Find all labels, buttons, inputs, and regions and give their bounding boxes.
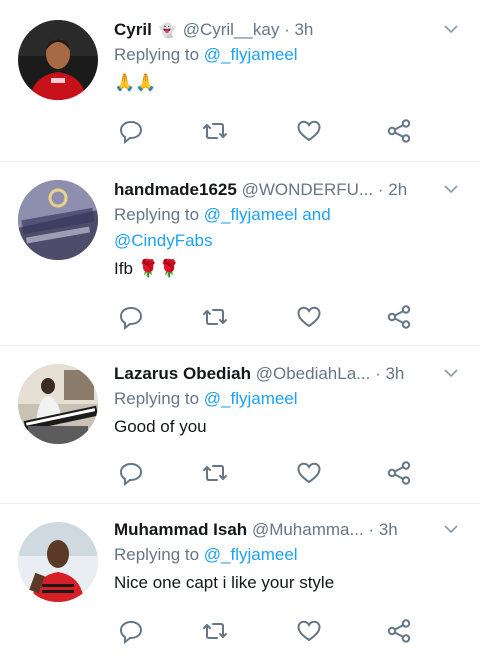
mention-link[interactable]: @_flyjameel [204,545,298,564]
retweet-icon [203,623,227,639]
tweet-1[interactable]: handmade1625 @WONDERFU... · 2h Replying … [0,162,480,346]
like-button[interactable] [296,304,322,330]
tweet-text-content: Nice one capt i like your style [114,573,335,592]
mention-link[interactable]: @CindyFabs [114,231,213,250]
tweet-text-content: Ifb [114,259,133,278]
author-name[interactable]: handmade1625 [114,180,237,199]
chevron-down-icon[interactable] [444,22,458,36]
tweet-3[interactable]: Muhammad Isah @Muhamma... · 3h Replying … [0,504,480,659]
share-button[interactable] [386,304,412,330]
tweet-header: handmade1625 @WONDERFU... · 2h [114,178,468,202]
retweet-icon [203,465,227,481]
replying-to: Replying to @_flyjameel [114,386,468,412]
tweet-text: Ifb 🌹🌹 [114,256,468,282]
retweet-button[interactable] [202,618,228,644]
separator-dot: · [284,20,290,39]
reply-button[interactable] [118,118,144,144]
author-name[interactable]: Lazarus Obediah [114,364,251,383]
avatar[interactable] [18,364,98,444]
share-icon [387,461,411,485]
replying-prefix: Replying to [114,205,204,224]
mention-link[interactable]: @_flyjameel [204,389,298,408]
timestamp[interactable]: 3h [385,364,404,383]
like-icon [297,462,321,484]
avatar[interactable] [18,180,98,260]
share-button[interactable] [386,118,412,144]
separator-dot: · [377,180,384,199]
chevron-down-icon[interactable] [444,522,458,536]
separator-dot: · [368,520,375,539]
share-icon [387,619,411,643]
retweet-icon [203,309,227,325]
tweet-replies-feed: Cyril 👻 @Cyril__kay · 3h Replying to @_f… [0,0,480,659]
replying-prefix: Replying to [114,389,204,408]
retweet-button[interactable] [202,304,228,330]
replying-to: Replying to @_flyjameel [114,42,468,68]
reply-button[interactable] [118,460,144,486]
like-icon [297,620,321,642]
mention-link[interactable]: @_flyjameel [204,45,298,64]
retweet-icon [203,123,227,139]
author-handle[interactable]: @Muhamma... [252,520,364,539]
reply-icon [119,120,143,144]
reply-button[interactable] [118,304,144,330]
share-icon [387,119,411,143]
replying-to: Replying to @_flyjameel [114,542,468,568]
timestamp[interactable]: 3h [294,20,313,39]
tweet-header: Lazarus Obediah @ObediahLa... · 3h [114,362,468,386]
like-button[interactable] [296,118,322,144]
replying-to: Replying to @_flyjameel and [114,202,468,228]
tweet-text-content: Good of you [114,417,207,436]
tweet-text-emoji: 🙏🙏 [114,73,157,92]
timestamp[interactable]: 2h [388,180,407,199]
share-icon [387,305,411,329]
retweet-button[interactable] [202,460,228,486]
separator-dot: · [375,364,381,383]
tweet-2[interactable]: Lazarus Obediah @ObediahLa... · 3h Reply… [0,346,480,504]
replying-to-line-2: @CindyFabs [114,228,468,254]
tweet-text: Good of you [114,414,468,440]
tweet-text: 🙏🙏 [114,70,468,96]
replying-prefix: Replying to [114,45,204,64]
avatar[interactable] [18,522,98,602]
mention-link[interactable]: @_flyjameel and [204,205,331,224]
like-button[interactable] [296,460,322,486]
tweet-text: Nice one capt i like your style [114,570,468,596]
share-button[interactable] [386,460,412,486]
author-name[interactable]: Muhammad Isah [114,520,247,539]
like-icon [297,120,321,142]
tweet-text-emoji: 🌹🌹 [137,259,180,278]
reply-icon [119,462,143,486]
replying-prefix: Replying to [114,545,204,564]
avatar[interactable] [18,20,98,100]
like-icon [297,306,321,328]
tweet-header: Muhammad Isah @Muhamma... · 3h [114,518,468,542]
author-handle[interactable]: @ObediahLa... [256,364,371,383]
chevron-down-icon[interactable] [444,366,458,380]
like-button[interactable] [296,618,322,644]
author-handle[interactable]: @Cyril__kay [183,20,280,39]
author-name[interactable]: Cyril [114,20,152,39]
reply-icon [119,306,143,330]
share-button[interactable] [386,618,412,644]
tweet-0[interactable]: Cyril 👻 @Cyril__kay · 3h Replying to @_f… [0,0,480,162]
name-emoji: 👻 [158,22,176,38]
timestamp[interactable]: 3h [379,520,398,539]
reply-icon [119,620,143,644]
tweet-header: Cyril 👻 @Cyril__kay · 3h [114,18,468,42]
author-handle[interactable]: @WONDERFU... [242,180,374,199]
reply-button[interactable] [118,618,144,644]
retweet-button[interactable] [202,118,228,144]
chevron-down-icon[interactable] [444,182,458,196]
